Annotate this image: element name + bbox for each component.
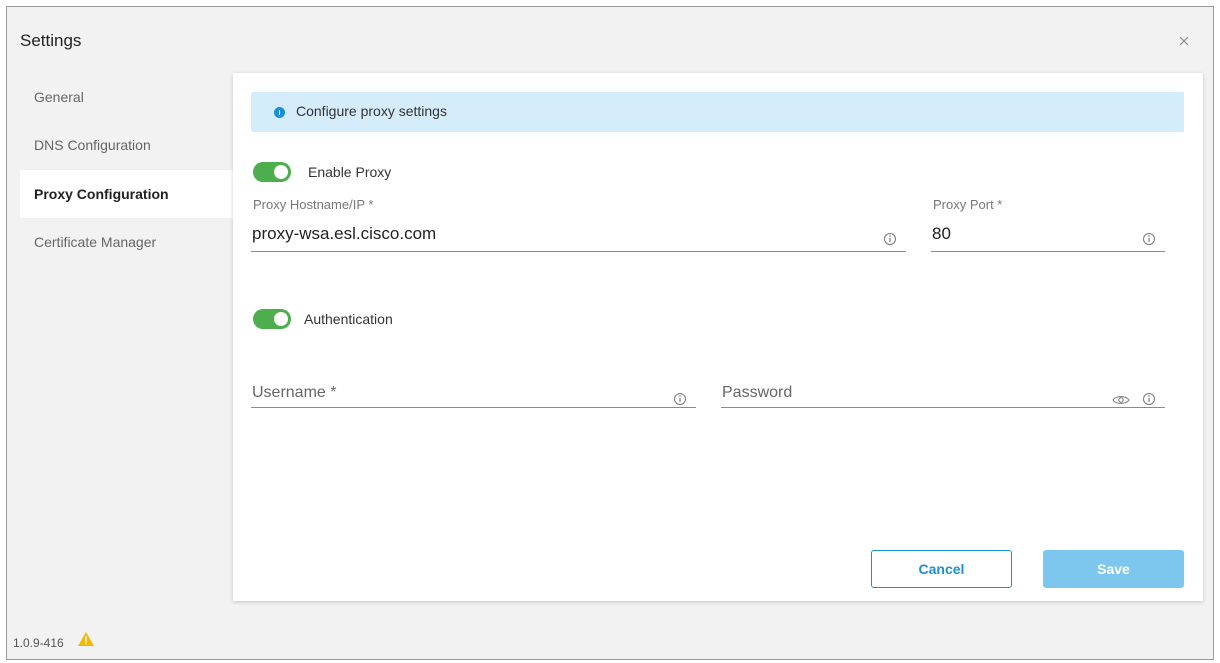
proxy-hostname-input[interactable]: proxy-wsa.esl.cisco.com: [251, 218, 906, 252]
close-icon[interactable]: [1176, 33, 1192, 49]
proxy-port-value: 80: [932, 224, 951, 243]
proxy-port-input[interactable]: 80: [931, 218, 1165, 252]
cancel-button[interactable]: Cancel: [871, 550, 1012, 588]
password-input[interactable]: Password: [721, 374, 1165, 408]
dialog-title: Settings: [20, 31, 82, 50]
username-placeholder: Username *: [252, 384, 337, 401]
info-circle-icon[interactable]: [883, 232, 897, 246]
authentication-label: Authentication: [304, 311, 393, 327]
enable-proxy-toggle[interactable]: [253, 162, 291, 182]
authentication-toggle[interactable]: [253, 309, 291, 329]
warning-icon[interactable]: [77, 631, 95, 647]
info-circle-icon[interactable]: [1142, 232, 1156, 246]
info-circle-icon[interactable]: [1142, 392, 1156, 406]
settings-dialog: Settings General DNS Configuration Proxy…: [6, 6, 1214, 660]
proxy-hostname-value: proxy-wsa.esl.cisco.com: [252, 224, 437, 243]
save-button[interactable]: Save: [1043, 550, 1184, 588]
info-circle-icon[interactable]: [673, 392, 687, 406]
proxy-hostname-label: Proxy Hostname/IP *: [253, 197, 374, 212]
proxy-port-label: Proxy Port *: [933, 197, 1003, 212]
toggle-knob: [274, 165, 288, 179]
sidebar-item-proxy-configuration[interactable]: Proxy Configuration: [20, 170, 235, 218]
sidebar-item-dns-configuration[interactable]: DNS Configuration: [20, 121, 235, 169]
version-label: 1.0.9-416: [13, 636, 64, 650]
info-banner: Configure proxy settings: [251, 92, 1184, 132]
proxy-configuration-panel: Configure proxy settings Enable Proxy Pr…: [233, 73, 1203, 601]
enable-proxy-label: Enable Proxy: [308, 164, 392, 180]
toggle-knob: [274, 312, 288, 326]
info-icon: [274, 107, 285, 118]
sidebar-item-certificate-manager[interactable]: Certificate Manager: [20, 218, 235, 266]
eye-icon[interactable]: [1112, 394, 1130, 406]
password-placeholder: Password: [722, 384, 793, 401]
username-input[interactable]: Username *: [251, 374, 696, 408]
sidebar-item-general[interactable]: General: [20, 73, 235, 121]
banner-text: Configure proxy settings: [296, 103, 447, 119]
